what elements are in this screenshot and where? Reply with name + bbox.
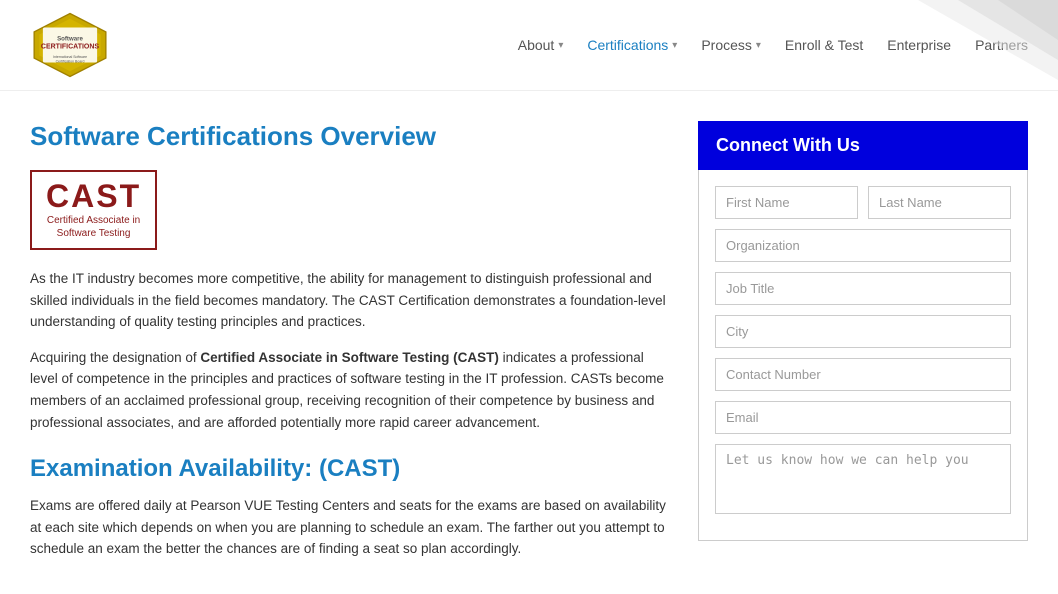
connect-form	[698, 170, 1028, 541]
paragraph-1: As the IT industry becomes more competit…	[30, 268, 668, 333]
contact-number-row	[715, 358, 1011, 391]
city-input[interactable]	[715, 315, 1011, 348]
chevron-down-icon: ▾	[672, 40, 677, 51]
cast-subtitle: Certified Associate in Software Testing	[47, 214, 140, 240]
page-title: Software Certifications Overview	[30, 121, 668, 152]
svg-text:Certification Board: Certification Board	[56, 60, 85, 64]
cast-acronym: CAST	[46, 180, 141, 212]
main-nav: About ▾ Certifications ▾ Process ▾ Enrol…	[518, 37, 1028, 53]
nav-about[interactable]: About ▾	[518, 37, 564, 53]
main-container: Software Certifications Overview CAST Ce…	[0, 91, 1058, 574]
cast-logo-box: CAST Certified Associate in Software Tes…	[30, 170, 157, 250]
nav-enroll-test[interactable]: Enroll & Test	[785, 37, 863, 53]
job-title-input[interactable]	[715, 272, 1011, 305]
logo[interactable]: Software CERTIFICATIONS International So…	[30, 10, 110, 80]
message-textarea[interactable]	[715, 444, 1011, 514]
header: Software CERTIFICATIONS International So…	[0, 0, 1058, 91]
content-area: Software Certifications Overview CAST Ce…	[30, 121, 668, 574]
last-name-input[interactable]	[868, 186, 1011, 219]
nav-process[interactable]: Process ▾	[701, 37, 761, 53]
name-row	[715, 186, 1011, 219]
logo-icon: Software CERTIFICATIONS International So…	[30, 10, 110, 80]
email-input[interactable]	[715, 401, 1011, 434]
job-title-row	[715, 272, 1011, 305]
svg-text:International Software: International Software	[53, 55, 87, 59]
nav-enterprise[interactable]: Enterprise	[887, 37, 951, 53]
connect-header: Connect With Us	[698, 121, 1028, 170]
first-name-input[interactable]	[715, 186, 858, 219]
contact-number-input[interactable]	[715, 358, 1011, 391]
exam-paragraph: Exams are offered daily at Pearson VUE T…	[30, 495, 668, 560]
nav-partners[interactable]: Partners	[975, 37, 1028, 53]
nav-certifications[interactable]: Certifications ▾	[587, 37, 677, 53]
connect-sidebar: Connect With Us	[698, 121, 1028, 574]
organization-row	[715, 229, 1011, 262]
organization-input[interactable]	[715, 229, 1011, 262]
exam-section-title: Examination Availability: (CAST)	[30, 455, 668, 483]
email-row	[715, 401, 1011, 434]
message-row	[715, 444, 1011, 514]
chevron-down-icon: ▾	[756, 40, 761, 51]
paragraph-2: Acquiring the designation of Certified A…	[30, 347, 668, 433]
svg-text:CERTIFICATIONS: CERTIFICATIONS	[41, 44, 100, 51]
chevron-down-icon: ▾	[558, 40, 563, 51]
city-row	[715, 315, 1011, 348]
svg-text:Software: Software	[57, 36, 83, 43]
